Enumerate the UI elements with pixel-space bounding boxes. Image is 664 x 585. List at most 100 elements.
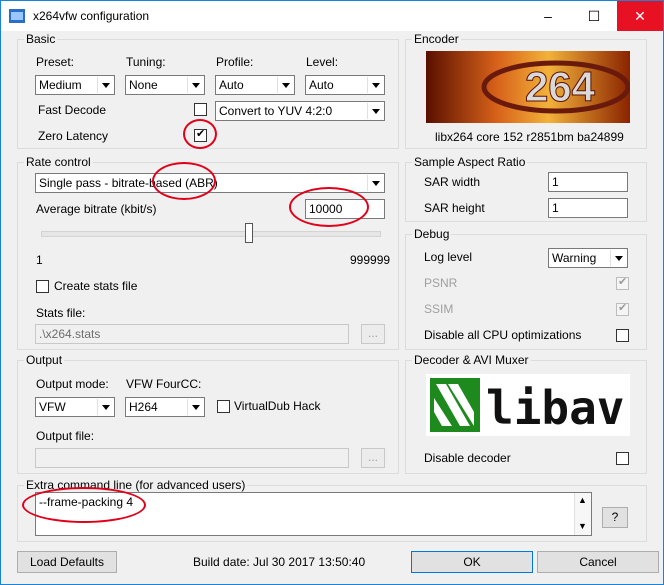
scroll-up-icon[interactable]: ▲ [578, 495, 587, 505]
bitrate-value: 10000 [309, 202, 343, 216]
chevron-down-icon [610, 250, 626, 266]
checkmark-icon: ✔ [618, 276, 628, 288]
cancel-button[interactable]: Cancel [537, 551, 659, 573]
fourcc-label: VFW FourCC: [126, 377, 202, 391]
preset-select[interactable]: Medium [35, 75, 115, 95]
chevron-down-icon [367, 175, 383, 191]
chevron-down-icon [277, 77, 293, 93]
chevron-down-icon [97, 399, 113, 415]
disable-decoder-label: Disable decoder [424, 451, 511, 465]
extra-cmdline-textarea[interactable]: --frame-packing 4 ▲ ▼ [35, 492, 592, 536]
chevron-down-icon [187, 399, 203, 415]
scroll-down-icon[interactable]: ▼ [578, 521, 587, 531]
x264-logo: 264 [426, 51, 630, 123]
output-mode-select[interactable]: VFW [35, 397, 115, 417]
level-value: Auto [309, 78, 334, 92]
level-label: Level: [306, 55, 339, 69]
vdub-hack-label: VirtualDub Hack [234, 399, 321, 413]
stats-file-label: Stats file: [36, 306, 86, 320]
libav-logo-text: libav [486, 381, 624, 435]
build-date: Build date: Jul 30 2017 13:50:40 [193, 555, 366, 569]
extra-cmdline-legend: Extra command line (for advanced users) [24, 478, 248, 492]
fourcc-select[interactable]: H264 [125, 397, 205, 417]
sar-width-input[interactable]: 1 [548, 172, 628, 192]
ok-button[interactable]: OK [411, 551, 533, 573]
output-mode-label: Output mode: [36, 377, 109, 391]
checkmark-icon: ✔ [618, 302, 628, 314]
log-level-select[interactable]: Warning [548, 248, 628, 268]
textarea-scrollbar[interactable]: ▲ ▼ [574, 493, 591, 535]
libav-logo: libav [426, 374, 630, 436]
close-button[interactable]: ✕ [617, 1, 663, 31]
disable-decoder-checkbox[interactable] [616, 452, 629, 465]
zero-latency-label: Zero Latency [38, 129, 109, 143]
sar-legend: Sample Aspect Ratio [412, 155, 528, 169]
output-file-input[interactable] [35, 448, 349, 468]
fast-decode-checkbox[interactable] [194, 103, 207, 116]
psnr-checkbox[interactable]: ✔ [616, 276, 629, 290]
basic-legend: Basic [24, 32, 58, 46]
help-button[interactable]: ? [602, 507, 628, 528]
zero-latency-checkbox[interactable]: ✔ [194, 128, 207, 142]
create-stats-checkbox[interactable] [36, 280, 49, 293]
bitrate-label: Average bitrate (kbit/s) [36, 202, 157, 216]
checkmark-icon: ✔ [196, 128, 206, 140]
stats-browse-button[interactable]: ... [361, 324, 385, 344]
tuning-label: Tuning: [126, 55, 166, 69]
bitrate-slider-handle[interactable] [245, 223, 253, 243]
window-title: x264vfw configuration [33, 9, 150, 23]
stats-file-value: .\x264.stats [39, 327, 101, 341]
psnr-label: PSNR [424, 276, 458, 290]
ssim-checkbox[interactable]: ✔ [616, 302, 629, 316]
app-icon [9, 9, 25, 23]
stats-file-input[interactable]: .\x264.stats [35, 324, 349, 344]
sar-height-value: 1 [552, 201, 559, 215]
slider-min-label: 1 [36, 253, 43, 267]
profile-select[interactable]: Auto [215, 75, 295, 95]
log-level-value: Warning [552, 251, 597, 265]
x264-logo-text: 264 [525, 63, 596, 110]
preset-label: Preset: [36, 55, 75, 69]
encoder-legend: Encoder [412, 32, 461, 46]
disable-cpu-checkbox[interactable] [616, 329, 629, 342]
rate-mode-value: Single pass - bitrate-based (ABR) [39, 176, 218, 190]
sar-height-label: SAR height [424, 201, 485, 215]
slider-max-label: 999999 [350, 253, 391, 267]
colorspace-value: Convert to YUV 4:2:0 [219, 104, 333, 118]
chevron-down-icon [187, 77, 203, 93]
fourcc-value: H264 [129, 400, 158, 414]
debug-legend: Debug [412, 227, 452, 241]
maximize-button[interactable]: ☐ [571, 1, 617, 31]
output-file-label: Output file: [36, 429, 95, 443]
rate-mode-select[interactable]: Single pass - bitrate-based (ABR) [35, 173, 385, 193]
profile-label: Profile: [216, 55, 254, 69]
sar-height-input[interactable]: 1 [548, 198, 628, 218]
chevron-down-icon [367, 77, 383, 93]
config-window: x264vfw configuration – ☐ ✕ Basic Preset… [0, 0, 664, 585]
minimize-button[interactable]: – [525, 1, 571, 31]
title-bar[interactable]: x264vfw configuration – ☐ ✕ [1, 1, 663, 31]
output-browse-button[interactable]: ... [361, 448, 385, 468]
fast-decode-label: Fast Decode [38, 103, 107, 117]
output-legend: Output [24, 353, 65, 367]
level-select[interactable]: Auto [305, 75, 385, 95]
ssim-label: SSIM [424, 302, 454, 316]
output-mode-value: VFW [39, 400, 66, 414]
encoder-version: libx264 core 152 r2851bm ba24899 [435, 130, 624, 144]
decoder-legend: Decoder & AVI Muxer [412, 353, 531, 367]
bitrate-input[interactable]: 10000 [305, 199, 385, 219]
log-level-label: Log level [424, 250, 473, 264]
colorspace-select[interactable]: Convert to YUV 4:2:0 [215, 101, 385, 121]
rate-control-legend: Rate control [24, 155, 93, 169]
preset-value: Medium [39, 78, 82, 92]
bitrate-slider-track[interactable] [41, 231, 381, 237]
tuning-value: None [129, 78, 158, 92]
profile-value: Auto [219, 78, 244, 92]
tuning-select[interactable]: None [125, 75, 205, 95]
disable-cpu-label: Disable all CPU optimizations [424, 328, 582, 342]
load-defaults-button[interactable]: Load Defaults [17, 551, 117, 573]
sar-width-label: SAR width [424, 175, 481, 189]
chevron-down-icon [367, 103, 383, 119]
vdub-hack-checkbox[interactable] [217, 400, 230, 413]
sar-width-value: 1 [552, 175, 559, 189]
